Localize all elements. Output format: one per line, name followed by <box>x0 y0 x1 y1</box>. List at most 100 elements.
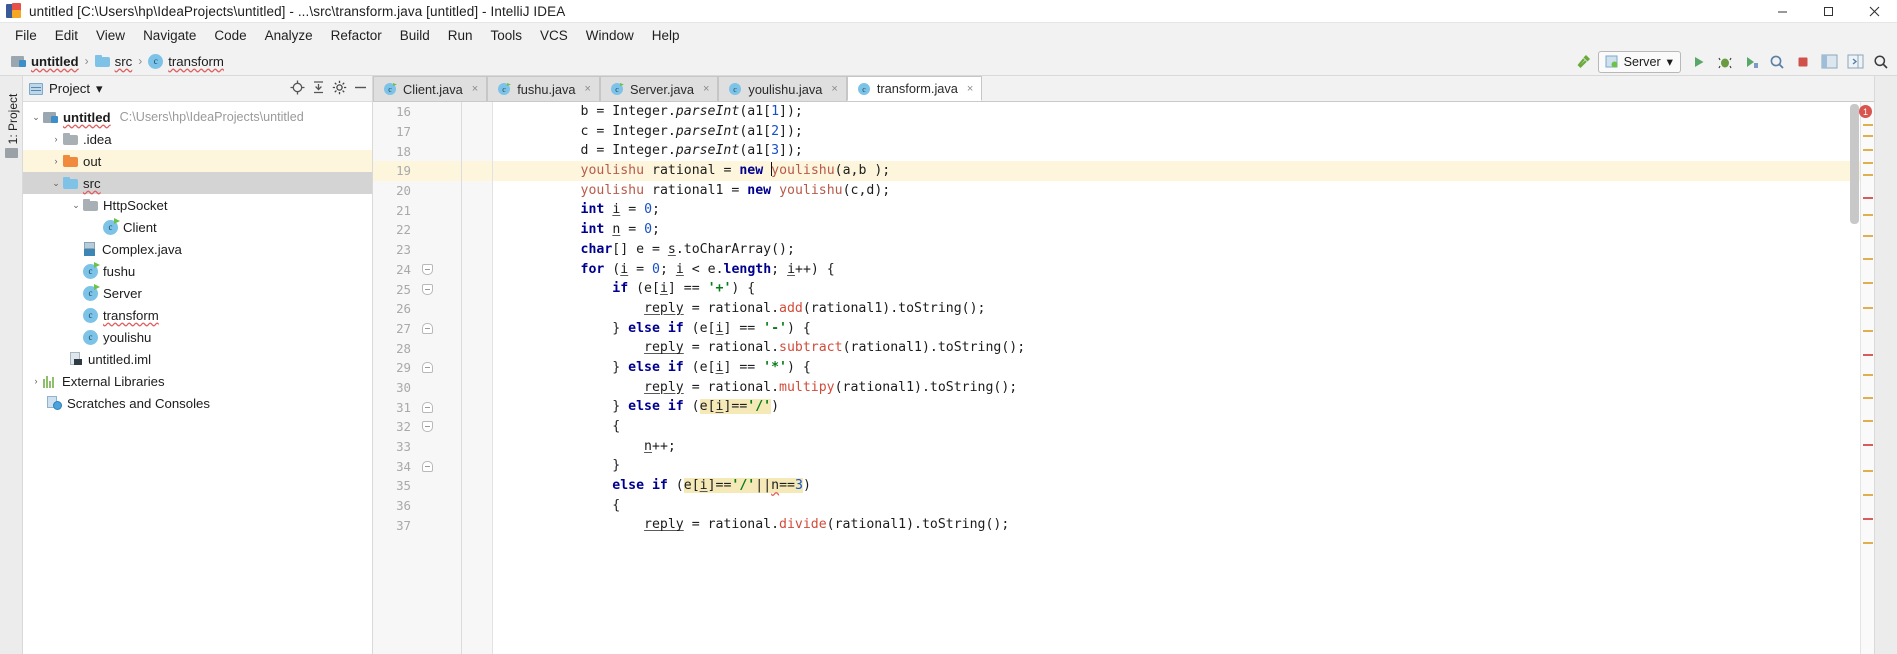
gutter-line: 37 <box>373 515 492 535</box>
tree-node-label: transform <box>103 307 159 323</box>
tree-node-youlishu[interactable]: youlishu <box>23 326 372 348</box>
line-number: 17 <box>396 124 411 140</box>
editor-gutter[interactable]: 16 17 18 19 20 21 22 23 24 25 26 27 28 2… <box>373 102 493 654</box>
code-editor[interactable]: b = Integer.parseInt(a1[1]); c = Integer… <box>493 102 1860 654</box>
menu-view[interactable]: View <box>87 26 134 45</box>
line-number: 27 <box>396 320 411 336</box>
editor-tab-fushu-java[interactable]: c fushu.java × <box>487 76 600 101</box>
gutter-line: 18 <box>373 141 492 161</box>
fold-marker[interactable] <box>422 401 433 413</box>
preview-icon[interactable] <box>1843 50 1867 74</box>
editor-area: c Client.java × c fushu.java × c Server.… <box>373 76 1874 654</box>
editor-tab-youlishu-java[interactable]: c youlishu.java × <box>718 76 847 101</box>
menu-window[interactable]: Window <box>577 26 643 45</box>
chevron-right-icon[interactable]: › <box>49 134 63 144</box>
search-icon[interactable] <box>1869 50 1893 74</box>
project-icon <box>29 82 43 95</box>
structure-icon[interactable] <box>5 148 18 158</box>
maximize-button[interactable] <box>1805 0 1851 23</box>
menu-file[interactable]: File <box>6 26 46 45</box>
gutter-line: 26 <box>373 299 492 319</box>
menu-edit[interactable]: Edit <box>46 26 87 45</box>
code-line: { <box>517 497 621 513</box>
hammer-icon[interactable] <box>1572 50 1596 74</box>
tree-node-client[interactable]: Client <box>23 216 372 238</box>
gutter-line: 28 <box>373 338 492 358</box>
menu-bar: File Edit View Navigate Code Analyze Ref… <box>0 23 1897 47</box>
fold-marker[interactable] <box>422 362 433 374</box>
menu-help[interactable]: Help <box>643 26 689 45</box>
tool-window-button-project[interactable]: 1: Project <box>6 84 20 154</box>
tree-node-label: HttpSocket <box>103 197 168 213</box>
tree-node-server[interactable]: Server <box>23 282 372 304</box>
tree-node-external-libraries[interactable]: › External Libraries <box>23 370 372 392</box>
run-icon[interactable] <box>1687 50 1711 74</box>
fold-marker[interactable] <box>422 322 433 334</box>
coverage-icon[interactable] <box>1739 50 1763 74</box>
tree-node-scratches-and-consoles[interactable]: Scratches and Consoles <box>23 392 372 414</box>
close-icon[interactable]: × <box>585 83 591 95</box>
close-icon[interactable]: × <box>831 83 837 95</box>
menu-navigate[interactable]: Navigate <box>134 26 205 45</box>
fold-marker[interactable] <box>422 283 433 295</box>
project-panel-actions <box>290 80 368 98</box>
tree-node-fushu[interactable]: fushu <box>23 260 372 282</box>
close-icon[interactable]: × <box>967 83 973 95</box>
chevron-down-icon[interactable]: ▾ <box>96 81 103 97</box>
editor-tab-server-java[interactable]: c Server.java × <box>599 76 719 101</box>
stop-icon[interactable] <box>1791 50 1815 74</box>
profile-icon[interactable] <box>1765 50 1789 74</box>
editor-tab-transform-java[interactable]: c transform.java × <box>846 76 983 101</box>
error-count-badge[interactable]: 1 <box>1859 105 1872 118</box>
fold-marker[interactable] <box>422 263 433 275</box>
tree-node-label: untitled <box>63 109 111 125</box>
tree-node-untitled-iml[interactable]: untitled.iml <box>23 348 372 370</box>
tree-node-untitled[interactable]: ⌄ untitled C:\Users\hp\IdeaProjects\unti… <box>23 106 372 128</box>
editor-scrollbar-thumb[interactable] <box>1850 104 1859 224</box>
chevron-down-icon[interactable]: ⌄ <box>69 200 83 211</box>
menu-refactor[interactable]: Refactor <box>322 26 391 45</box>
tree-node-label: youlishu <box>103 329 152 345</box>
code-line: d = Integer.parseInt(a1[3]); <box>517 143 803 159</box>
chevron-right-icon[interactable]: › <box>29 376 43 386</box>
error-stripe[interactable]: 1 <box>1859 102 1874 654</box>
chevron-down-icon[interactable]: ⌄ <box>49 178 63 189</box>
hide-icon[interactable] <box>353 80 368 98</box>
chevron-right-icon[interactable]: › <box>49 156 63 166</box>
fold-marker[interactable] <box>422 421 433 433</box>
gear-icon[interactable] <box>332 80 347 98</box>
menu-analyze[interactable]: Analyze <box>256 26 322 45</box>
tree-node-complex-java[interactable]: Complex.java <box>23 238 372 260</box>
tree-node-idea[interactable]: › .idea <box>23 128 372 150</box>
collapse-all-icon[interactable] <box>311 80 326 98</box>
tree-node-httpsocket[interactable]: ⌄ HttpSocket <box>23 194 372 216</box>
breadcrumb-item-src[interactable]: src <box>92 53 136 70</box>
menu-build[interactable]: Build <box>391 26 439 45</box>
editor-tab-client-java[interactable]: c Client.java × <box>373 76 488 101</box>
chevron-down-icon[interactable]: ⌄ <box>29 112 43 123</box>
gutter-line: 19 <box>373 161 492 181</box>
close-icon[interactable]: × <box>703 83 709 95</box>
debug-icon[interactable] <box>1713 50 1737 74</box>
tree-node-out[interactable]: › out <box>23 150 372 172</box>
minimize-button[interactable] <box>1759 0 1805 23</box>
menu-tools[interactable]: Tools <box>482 26 532 45</box>
layout-icon[interactable] <box>1817 50 1841 74</box>
gutter-line: 29 <box>373 358 492 378</box>
folder-gray-icon <box>83 198 98 212</box>
locate-icon[interactable] <box>290 80 305 98</box>
menu-code[interactable]: Code <box>205 26 255 45</box>
close-button[interactable] <box>1851 0 1897 23</box>
close-icon[interactable]: × <box>472 83 478 95</box>
editor-main: 16 17 18 19 20 21 22 23 24 25 26 27 28 2… <box>373 102 1874 654</box>
tree-node-transform[interactable]: transform <box>23 304 372 326</box>
run-configuration-selector[interactable]: Server ▾ <box>1597 50 1681 73</box>
folder-orange-icon <box>63 154 78 168</box>
line-number: 29 <box>396 360 411 376</box>
menu-vcs[interactable]: VCS <box>531 26 577 45</box>
menu-run[interactable]: Run <box>439 26 482 45</box>
fold-marker[interactable] <box>422 460 433 472</box>
breadcrumb-item-transform[interactable]: transform <box>145 53 227 70</box>
breadcrumb-item-untitled[interactable]: untitled <box>8 53 82 70</box>
tree-node-src[interactable]: ⌄ src <box>23 172 372 194</box>
